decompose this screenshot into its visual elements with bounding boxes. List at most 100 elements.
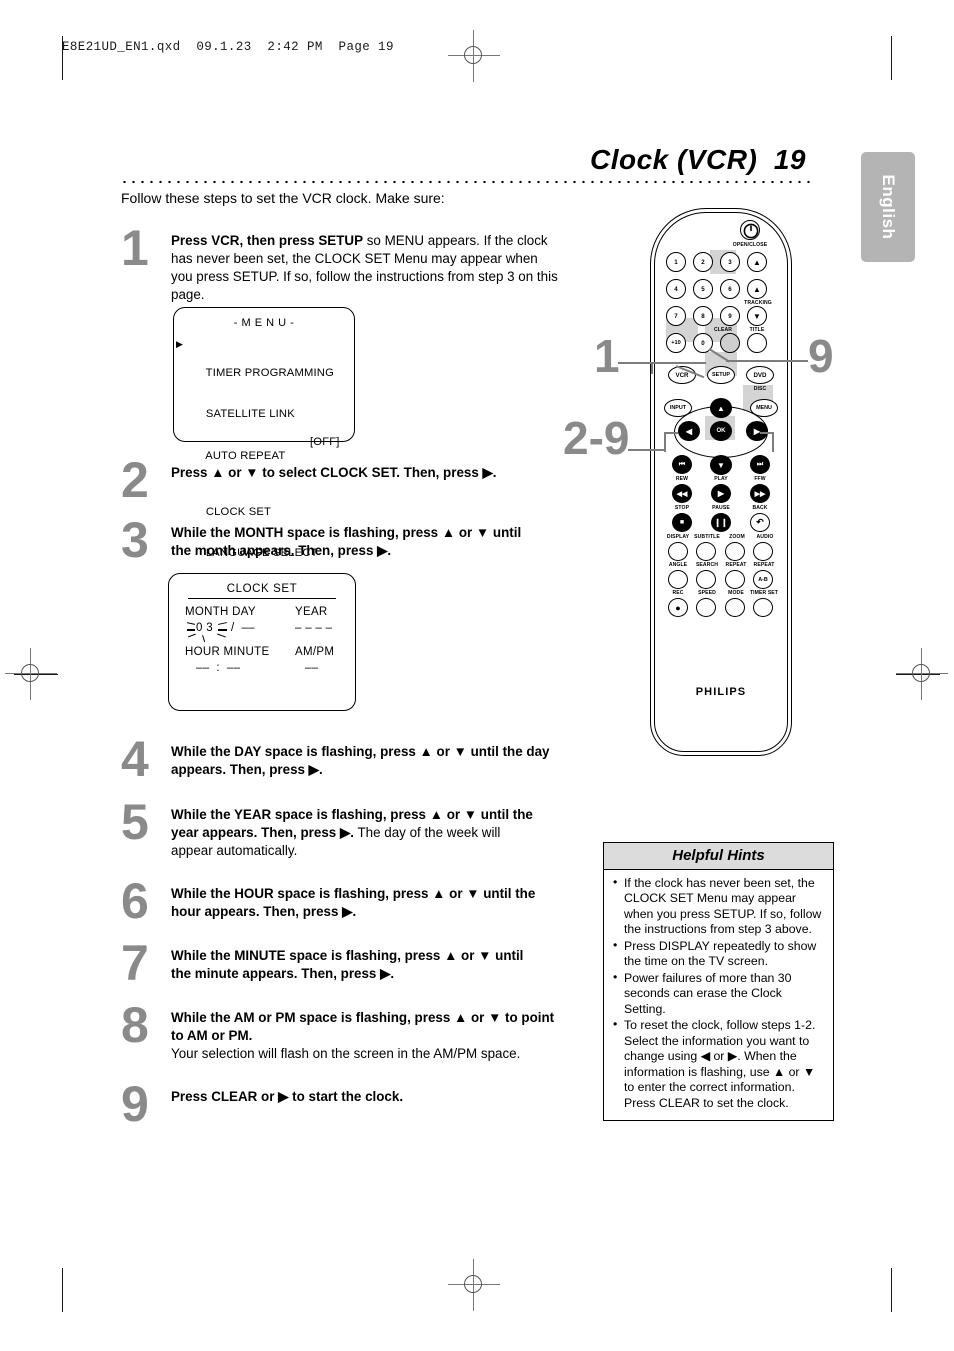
- audio-label: AUDIO: [756, 534, 774, 540]
- osd-menu-list: ▶ TIMER PROGRAMMING SATELLITE LINK AUTO …: [176, 339, 354, 575]
- mode-button[interactable]: [725, 598, 745, 617]
- pause-button[interactable]: ❙❙: [711, 513, 731, 532]
- step-4-text: While the DAY space is flashing, press ▲…: [171, 744, 550, 778]
- fast-forward-button[interactable]: ▶▶: [750, 484, 770, 503]
- callout-1: 1: [594, 330, 620, 382]
- skip-previous-icon: ⏮: [678, 460, 686, 468]
- key-9[interactable]: 9: [720, 306, 740, 326]
- callout-2-9-bracket-right: [772, 432, 775, 452]
- timer-set-button[interactable]: [753, 598, 773, 617]
- angle-button[interactable]: [668, 570, 688, 589]
- callout-2-9-bracket-top: [664, 432, 678, 435]
- key-8[interactable]: 8: [693, 306, 713, 326]
- skip-next-button[interactable]: ⏭: [750, 455, 770, 474]
- disc-label: DISC: [753, 386, 767, 392]
- nav-down-button[interactable]: ▼: [710, 455, 732, 475]
- triangle-up-icon: ▲: [753, 284, 761, 294]
- hint-item: • If the clock has never been set, the C…: [610, 875, 825, 938]
- stop-button[interactable]: ■: [672, 513, 692, 532]
- key-1[interactable]: 1: [666, 252, 686, 272]
- skip-prev-button[interactable]: ⏮: [672, 455, 692, 474]
- chevron-left-icon: ◀: [685, 426, 693, 436]
- nav-right-button[interactable]: ▶: [746, 421, 768, 441]
- flashing-indicator-icon: [186, 620, 233, 643]
- language-tab: English: [861, 152, 915, 262]
- record-button[interactable]: ●: [668, 598, 688, 617]
- subtitle-button[interactable]: [696, 542, 716, 561]
- philips-logo: PHILIPS: [695, 686, 747, 698]
- osd-menu-item-label: SATELLITE LINK: [205, 408, 295, 421]
- key-4[interactable]: 4: [666, 279, 686, 299]
- callout-9-leader: [726, 360, 808, 363]
- power-button[interactable]: [740, 220, 760, 240]
- value-year: – – – –: [295, 622, 333, 635]
- nav-left-button[interactable]: ◀: [678, 421, 700, 441]
- play-button[interactable]: ▶: [711, 484, 731, 503]
- power-icon: [743, 223, 759, 239]
- step-9-number: 9: [121, 1076, 149, 1132]
- value-hour-minute: –– : ––: [196, 662, 241, 675]
- osd-menu-item-label: TIMER PROGRAMMING: [205, 366, 334, 379]
- osd-menu-item-auto-repeat: AUTO REPEAT [OFF]: [186, 436, 354, 492]
- step-6-text: While the HOUR space is flashing, press …: [171, 886, 536, 920]
- title-button[interactable]: [747, 333, 767, 353]
- repeat-ab-button[interactable]: A-B: [753, 570, 773, 589]
- back-button[interactable]: ↶: [750, 513, 770, 532]
- dvd-button[interactable]: DVD: [746, 366, 774, 384]
- play-label: PLAY: [714, 476, 728, 482]
- step-1-text: Press VCR, then press SETUP so MENU appe…: [171, 233, 558, 303]
- fast-forward-icon: ▶▶: [754, 490, 766, 498]
- rew-label: REW: [675, 476, 689, 482]
- key-6[interactable]: 6: [720, 279, 740, 299]
- tracking-down-button[interactable]: ▼: [747, 306, 767, 326]
- step-1-number: 1: [121, 220, 149, 276]
- callout-1-leader: [618, 362, 706, 365]
- key-2[interactable]: 2: [693, 252, 713, 272]
- stop-icon: ■: [679, 519, 685, 526]
- osd-menu-item-clock-set: CLOCK SET: [186, 492, 354, 534]
- step-4-number: 4: [121, 731, 149, 787]
- display-button[interactable]: [668, 542, 688, 561]
- bullet-icon: •: [613, 1017, 618, 1032]
- value-ampm: ––: [305, 662, 319, 675]
- zoom-button[interactable]: [725, 542, 745, 561]
- bullet-icon: •: [613, 969, 618, 984]
- key-7[interactable]: 7: [666, 306, 686, 326]
- ok-button[interactable]: OK: [710, 421, 732, 441]
- language-tab-label: English: [879, 174, 898, 240]
- speed-button[interactable]: [696, 598, 716, 617]
- step-9-text: Press CLEAR or ▶ to start the clock.: [171, 1089, 404, 1104]
- osd-clock-fields: MONTH DAY YEAR 0 3 / –– – – – – HOUR MIN…: [185, 606, 355, 678]
- step-6-number: 6: [121, 873, 149, 929]
- rewind-button[interactable]: ◀◀: [672, 484, 692, 503]
- step-7-number: 7: [121, 935, 149, 991]
- value-day: / ––: [231, 622, 255, 635]
- dotted-rule: [120, 180, 810, 184]
- audio-button[interactable]: [753, 542, 773, 561]
- crop-mark-bottom-right: [891, 1268, 892, 1312]
- repeat-button[interactable]: [725, 570, 745, 589]
- osd-menu-item-label: CLOCK SET: [205, 505, 272, 518]
- label-hour-minute: HOUR MINUTE: [185, 646, 270, 659]
- hint-text: Press DISPLAY repeatedly to show the tim…: [624, 938, 817, 969]
- label-year: YEAR: [295, 606, 328, 619]
- key-3[interactable]: 3: [720, 252, 740, 272]
- callout-9: 9: [808, 330, 834, 382]
- helpful-hints-list: • If the clock has never been set, the C…: [604, 870, 833, 1120]
- tracking-up-button[interactable]: ▲: [747, 279, 767, 299]
- key-plus10[interactable]: +10: [666, 333, 686, 353]
- setup-button[interactable]: SETUP: [707, 366, 735, 384]
- search-button[interactable]: [696, 570, 716, 589]
- registration-mark-bottom: [448, 1259, 500, 1311]
- triangle-down-icon: ▼: [753, 311, 761, 321]
- remote-control-illustration: OPEN/CLOSE 1 2 3 ▲ 4 5 6 ▲ TRACKING 7 8 …: [650, 208, 792, 756]
- callout-2-9-bracket: [664, 432, 667, 452]
- hint-item: • Press DISPLAY repeatedly to show the t…: [610, 938, 825, 970]
- osd-menu-item-label: LANGUAGE SELECT: [205, 547, 318, 560]
- bullet-icon: •: [613, 875, 618, 889]
- key-5[interactable]: 5: [693, 279, 713, 299]
- osd-clock-title: CLOCK SET: [226, 583, 298, 595]
- clear-button[interactable]: [720, 333, 740, 353]
- eject-up-button[interactable]: ▲: [747, 252, 767, 272]
- osd-menu-screen: - M E N U - ▶ TIMER PROGRAMMING SATELLIT…: [173, 307, 355, 559]
